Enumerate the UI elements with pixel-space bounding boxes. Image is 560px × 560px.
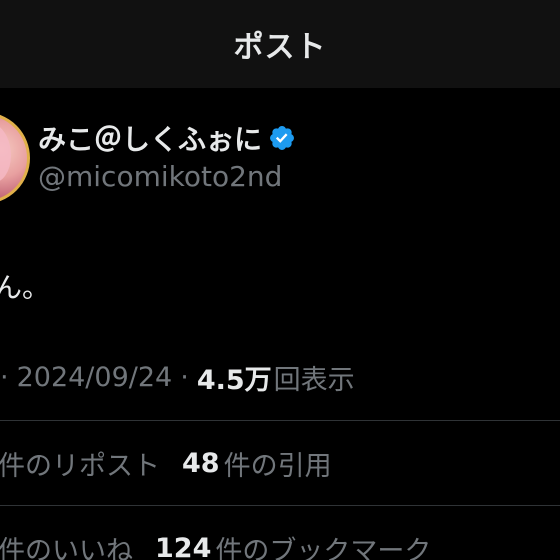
divider [0,505,560,506]
views-label[interactable]: 回表示 [274,358,355,397]
bookmarks-count[interactable]: 124 [155,533,211,560]
author-handle[interactable]: @micomikoto2nd [38,160,282,193]
likes-link[interactable]: 件のいいね [0,529,133,560]
author-display-name[interactable]: みこ＠しくふぉに [38,118,262,158]
post-detail-screen: ポスト みこ＠しくふぉに @micomikoto2nd ん。 · 2024/09… [0,0,560,560]
verified-badge-icon [270,126,294,150]
author-avatar[interactable] [0,112,30,204]
bookmarks-label[interactable]: 件のブックマーク [215,529,431,560]
meta-separator: · [0,361,9,393]
page-title: ポスト [233,30,327,65]
top-bar: ポスト [0,0,560,88]
divider [0,420,560,421]
avatar-image [0,123,11,183]
post-text: ん。 [0,271,51,304]
like-bookmark-stats: 件のいいね 124 件のブックマーク [0,528,431,560]
repost-quote-stats: 件のリポスト 48 件の引用 [0,443,332,483]
post-meta: · 2024/09/24 · 4.5万 回表示 [0,358,355,396]
post-date[interactable]: 2024/09/24 [17,362,173,393]
quotes-label[interactable]: 件の引用 [224,444,332,483]
author-name-row[interactable]: みこ＠しくふぉに [38,118,296,158]
meta-separator: · [180,361,189,393]
views-count[interactable]: 4.5万 [197,358,272,397]
quotes-count[interactable]: 48 [182,448,220,479]
reposts-link[interactable]: 件のリポスト [0,444,160,483]
